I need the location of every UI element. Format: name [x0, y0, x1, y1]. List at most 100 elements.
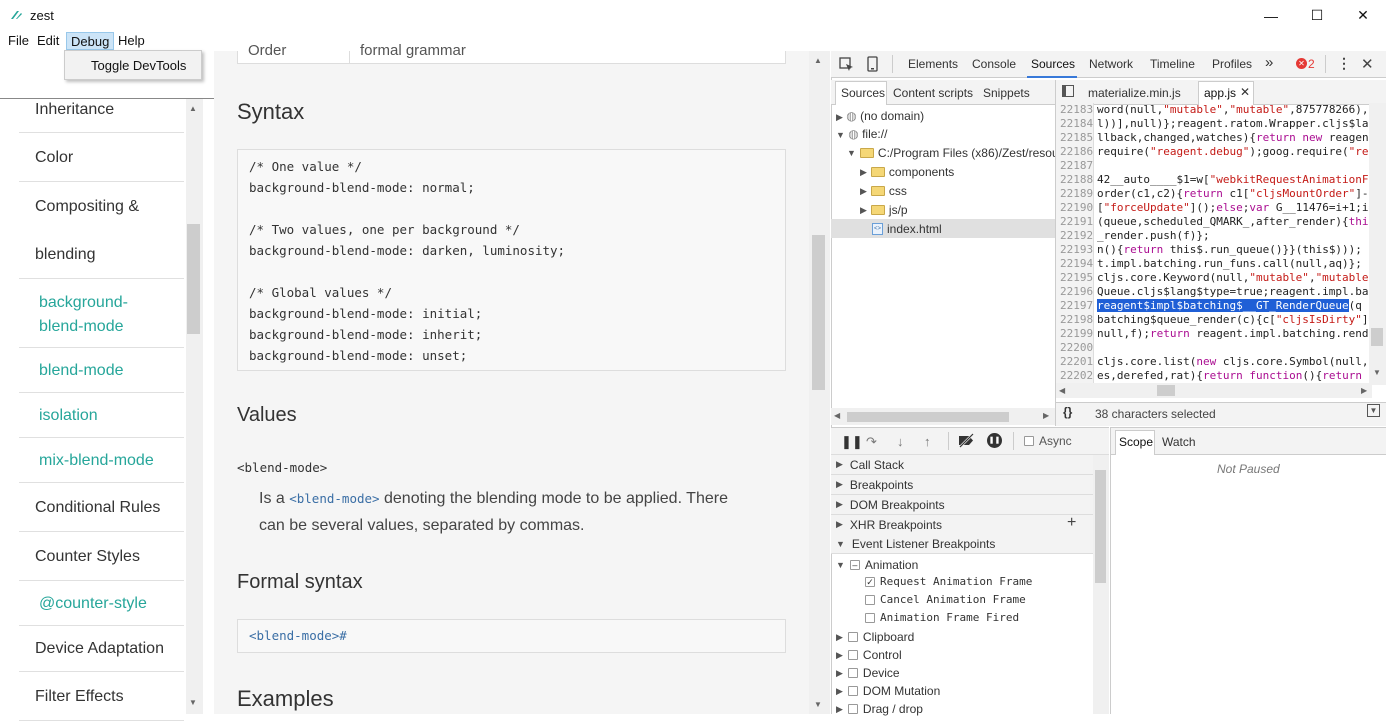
tab-sources[interactable]: Sources [1031, 57, 1075, 71]
event-request-animation-frame[interactable]: ✓ Request Animation Frame [865, 575, 1032, 588]
content-scroll-thumb[interactable] [812, 235, 825, 390]
tree-folder-components[interactable]: ▶ components [860, 165, 954, 179]
tab-console[interactable]: Console [972, 57, 1016, 71]
tree-file-root[interactable]: ▼ ◍ file:// [836, 127, 887, 141]
checkbox[interactable] [847, 650, 858, 660]
event-animation[interactable]: ▼ – Animation [836, 558, 918, 572]
section-call-stack[interactable]: ▶ Call Stack [831, 455, 1093, 475]
event-clipboard[interactable]: ▶ Clipboard [836, 630, 914, 644]
sidebar-scrollbar[interactable] [186, 99, 203, 714]
event-control[interactable]: ▶ Control [836, 648, 902, 662]
sidebar-item-device-adaptation[interactable]: Device Adaptation [19, 627, 184, 672]
close-tab-icon[interactable]: ✕ [1240, 85, 1250, 99]
tab-timeline[interactable]: Timeline [1150, 57, 1195, 71]
tab-scope[interactable]: Scope [1119, 435, 1153, 449]
checkbox[interactable] [847, 632, 858, 642]
pause-on-exceptions-icon[interactable]: ❚❚ [987, 433, 1002, 448]
tree-path[interactable]: ▼ C:/Program Files (x86)/Zest/resour [847, 146, 1063, 160]
checkbox[interactable] [1024, 436, 1034, 446]
checkbox[interactable] [847, 668, 858, 678]
menu-debug[interactable]: Debug [66, 32, 115, 50]
kebab-menu-icon[interactable]: ⋮ [1337, 55, 1351, 72]
nav-tab-snippets[interactable]: Snippets [983, 86, 1030, 100]
tab-network[interactable]: Network [1089, 57, 1133, 71]
minimize-button[interactable]: — [1248, 0, 1294, 31]
event-cancel-animation-frame[interactable]: Cancel Animation Frame [865, 593, 1026, 606]
checkbox[interactable] [865, 612, 875, 623]
sidebar-item-blending[interactable]: blending [19, 231, 184, 279]
step-out-icon[interactable]: ↑ [924, 434, 931, 449]
error-icon[interactable]: ✕ [1296, 58, 1307, 69]
more-tabs-icon[interactable]: » [1265, 54, 1273, 71]
checkbox-checked[interactable]: ✓ [865, 576, 875, 587]
tab-watch[interactable]: Watch [1162, 435, 1196, 449]
menu-edit[interactable]: Edit [33, 32, 63, 50]
scroll-up-arrow-icon[interactable]: ▲ [189, 104, 197, 113]
sidebar-item-inheritance[interactable]: Inheritance [19, 88, 184, 133]
inspect-element-icon[interactable] [839, 57, 854, 72]
tree-folder-css[interactable]: ▶ css [860, 184, 907, 198]
async-checkbox[interactable]: Async [1024, 434, 1072, 448]
scroll-down-arrow-icon[interactable]: ▼ [189, 698, 197, 707]
sidebar-item-counter-styles[interactable]: Counter Styles [19, 533, 184, 581]
scroll-down-arrow-icon[interactable]: ▼ [814, 700, 822, 709]
error-count[interactable]: 2 [1308, 57, 1315, 71]
editor-vscroll-thumb[interactable] [1371, 328, 1383, 346]
pause-icon[interactable]: ❚❚ [841, 434, 863, 450]
sidebar-item-blend-mode[interactable]: blend-mode [19, 349, 184, 393]
close-button[interactable]: ✕ [1340, 0, 1386, 31]
expand-arrow-icon: ▶ [836, 459, 843, 469]
event-device[interactable]: ▶ Device [836, 666, 900, 680]
toggle-devtools-item[interactable]: Toggle DevTools [91, 58, 186, 73]
editor-hscroll-thumb[interactable] [1157, 385, 1175, 396]
nav-tab-content-scripts[interactable]: Content scripts [893, 86, 973, 100]
tab-profiles[interactable]: Profiles [1212, 57, 1252, 71]
section-xhr-breakpoints[interactable]: ▶ XHR Breakpoints [831, 515, 1093, 535]
maximize-button[interactable]: ☐ [1294, 0, 1340, 31]
pretty-print-icon[interactable]: {} [1063, 405, 1072, 419]
scroll-left-arrow-icon[interactable]: ◀ [834, 411, 840, 420]
checkbox[interactable] [847, 686, 858, 696]
event-dom-mutation[interactable]: ▶ DOM Mutation [836, 684, 940, 698]
close-devtools-icon[interactable]: ✕ [1361, 55, 1374, 73]
menu-file[interactable]: File [4, 32, 33, 50]
step-into-icon[interactable]: ↓ [897, 434, 904, 449]
tree-folder-js[interactable]: ▶ js/p [860, 203, 908, 217]
sidebar-item-isolation[interactable]: isolation [19, 394, 184, 438]
navigator-hscroll-thumb[interactable] [847, 412, 1009, 422]
scroll-down-arrow-icon[interactable]: ▼ [1373, 368, 1381, 377]
editor-tab-app[interactable]: app.js [1204, 86, 1236, 100]
sidebar-item-color[interactable]: Color [19, 134, 184, 182]
sidebar-item-conditional-rules[interactable]: Conditional Rules [19, 484, 184, 532]
tab-elements[interactable]: Elements [908, 57, 958, 71]
editor-tab-materialize[interactable]: materialize.min.js [1088, 86, 1181, 100]
sidebar-item-compositing[interactable]: Compositing & [19, 183, 184, 231]
scroll-up-arrow-icon[interactable]: ▲ [814, 56, 822, 65]
event-animation-frame-fired[interactable]: Animation Frame Fired [865, 611, 1019, 624]
sidebar-item-mix-blend-mode[interactable]: mix-blend-mode [19, 439, 184, 483]
scroll-left-arrow-icon[interactable]: ◀ [1059, 386, 1065, 395]
sidebar-item-counter-style[interactable]: @counter-style [19, 582, 184, 626]
sidebar-scroll-thumb[interactable] [187, 224, 200, 334]
tree-no-domain[interactable]: ▶ ◍ (no domain) [836, 109, 924, 123]
toggle-navigator-icon[interactable] [1062, 85, 1074, 97]
deactivate-breakpoints-icon[interactable] [957, 433, 976, 448]
editor-hscrollbar[interactable] [1056, 383, 1372, 398]
device-mode-icon[interactable] [867, 56, 878, 72]
sidebar-item-background-blend-mode[interactable]: background- blend-mode [19, 280, 184, 348]
menu-help[interactable]: Help [114, 32, 149, 50]
nav-tab-sources[interactable]: Sources [841, 86, 885, 100]
tree-file-index[interactable]: <> index.html [872, 222, 942, 236]
section-breakpoints[interactable]: ▶ Breakpoints [831, 475, 1093, 495]
debugger-scroll-thumb[interactable] [1095, 470, 1106, 583]
checkbox-partial[interactable]: – [849, 560, 860, 570]
checkbox[interactable] [847, 704, 858, 714]
toggle-drawer-icon[interactable]: ▼ [1367, 404, 1380, 417]
section-event-listener-breakpoints[interactable]: ▼ Event Listener Breakpoints [831, 534, 1093, 554]
section-dom-breakpoints[interactable]: ▶ DOM Breakpoints [831, 495, 1093, 515]
scroll-right-arrow-icon[interactable]: ▶ [1043, 411, 1049, 420]
step-over-icon[interactable]: ↷ [866, 434, 877, 450]
add-xhr-breakpoint-icon[interactable]: + [1067, 514, 1076, 532]
scroll-right-arrow-icon[interactable]: ▶ [1361, 386, 1367, 395]
checkbox[interactable] [865, 594, 875, 605]
